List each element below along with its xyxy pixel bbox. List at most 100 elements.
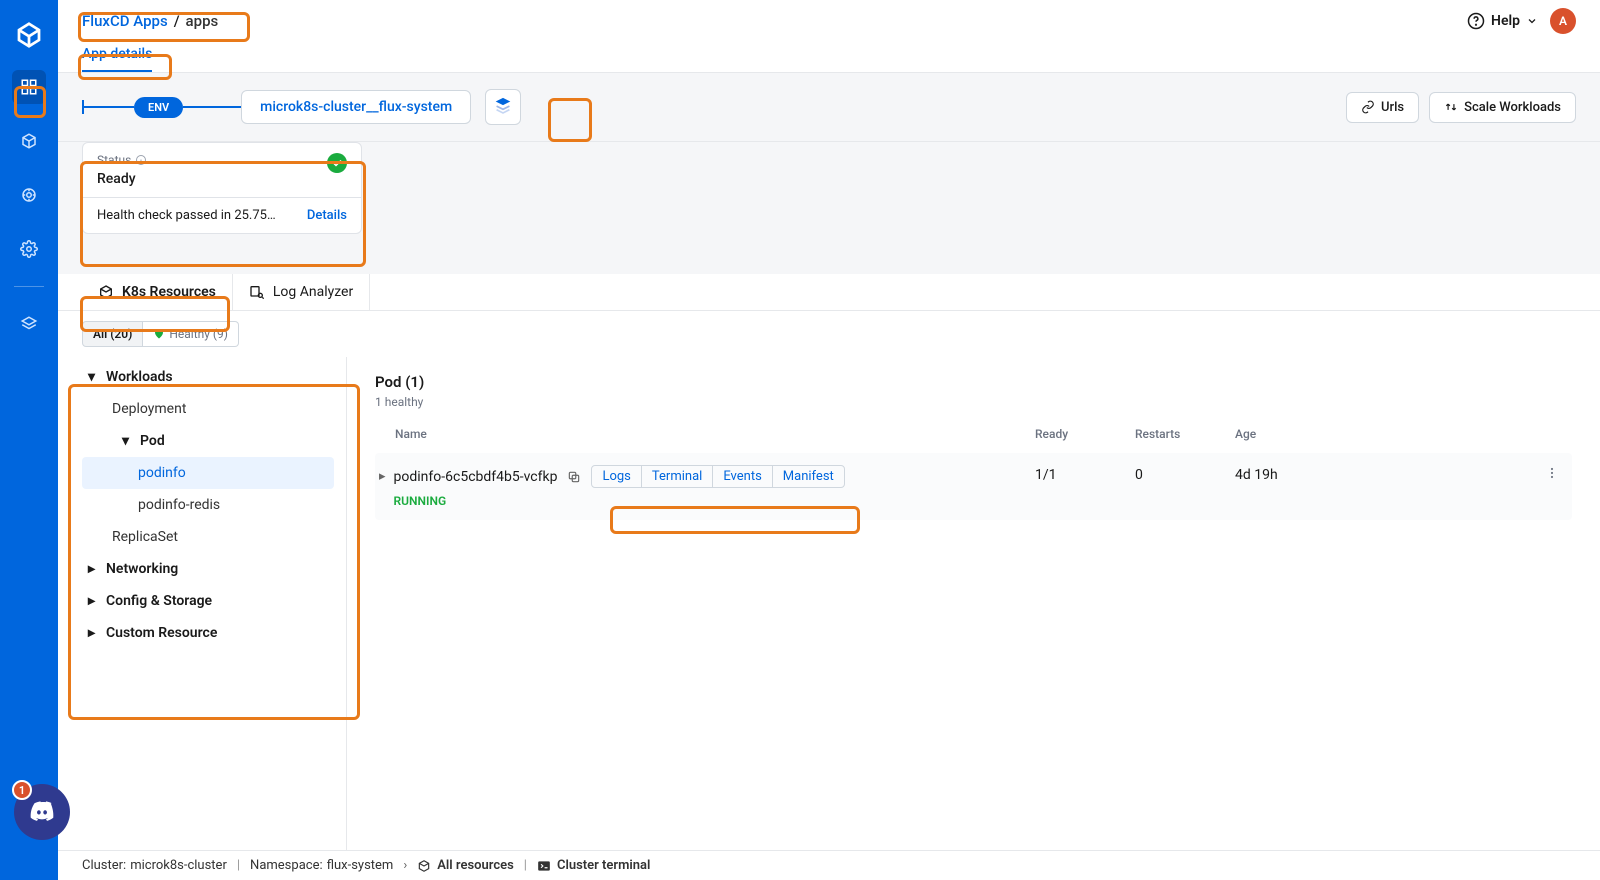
filter-pills: All (20) Healthy (9)	[58, 311, 1600, 357]
caret-right-icon: ▸	[88, 625, 98, 641]
search-log-icon	[249, 284, 265, 300]
env-row-left: ENV microk8s-cluster__flux-system	[82, 89, 521, 125]
tree-config-storage[interactable]: ▸Config & Storage	[82, 585, 334, 617]
breadcrumb-sep: /	[174, 12, 180, 30]
content-sub: 1 healthy	[375, 395, 1572, 409]
col-restarts: Restarts	[1135, 427, 1235, 441]
filter-healthy[interactable]: Healthy (9)	[143, 321, 239, 347]
urls-label: Urls	[1381, 100, 1404, 115]
check-circle-icon	[327, 153, 347, 173]
env-row: ENV microk8s-cluster__flux-system Urls S…	[58, 72, 1600, 142]
tab-log-analyzer[interactable]: Log Analyzer	[233, 274, 370, 310]
action-logs[interactable]: Logs	[592, 466, 641, 487]
app-logo	[14, 20, 44, 50]
discord-icon	[27, 797, 57, 827]
action-manifest[interactable]: Manifest	[773, 466, 844, 487]
tree-deployment[interactable]: Deployment	[82, 393, 334, 425]
info-icon	[135, 154, 147, 166]
help-icon	[1467, 12, 1485, 30]
cube-icon	[417, 859, 431, 873]
copy-icon[interactable]	[567, 470, 581, 484]
tab-k8s-label: K8s Resources	[122, 284, 216, 300]
row-caret-icon[interactable]: ▸	[379, 469, 386, 484]
cube-icon	[98, 284, 114, 300]
cluster-button[interactable]: microk8s-cluster__flux-system	[241, 90, 471, 124]
footer-terminal-label: Cluster terminal	[557, 858, 650, 873]
row-more-icon[interactable]	[1544, 465, 1572, 481]
filter-all[interactable]: All (20)	[82, 321, 143, 347]
status-card: Status Ready Health check passed in 25.7…	[82, 142, 362, 234]
pod-actions: Logs Terminal Events Manifest	[591, 465, 844, 488]
nav-gear-icon[interactable]	[12, 232, 46, 266]
help-button[interactable]: Help	[1467, 12, 1538, 30]
caret-down-icon: ▾	[122, 433, 132, 449]
body-split: ▾Workloads Deployment ▾Pod podinfo podin…	[58, 357, 1600, 850]
tree-podinfo-redis[interactable]: podinfo-redis	[82, 489, 334, 521]
tree-podinfo[interactable]: podinfo	[82, 457, 334, 489]
tree-workloads[interactable]: ▾Workloads	[82, 361, 334, 393]
cell-restarts: 0	[1135, 465, 1235, 483]
table-row: ▸ podinfo-6c5cbdf4b5-vcfkp Logs Terminal…	[375, 453, 1572, 520]
pod-status: RUNNING	[394, 494, 845, 508]
status-label: Status	[97, 153, 147, 167]
scale-button[interactable]: Scale Workloads	[1429, 92, 1576, 123]
breadcrumb-group[interactable]: FluxCD Apps	[82, 12, 168, 30]
tree-networking[interactable]: ▸Networking	[82, 553, 334, 585]
tree-replicaset[interactable]: ReplicaSet	[82, 521, 334, 553]
help-label: Help	[1491, 13, 1520, 29]
discord-button[interactable]: 1	[14, 784, 70, 840]
footer-all-resources-label: All resources	[437, 858, 514, 873]
col-age: Age	[1235, 427, 1572, 441]
caret-right-icon: ▸	[88, 593, 98, 609]
tab-app-details[interactable]: App details	[82, 46, 152, 72]
tabstrip: App details	[58, 34, 1600, 72]
architecture-button[interactable]	[485, 89, 521, 125]
footer-ns-label: Namespace:	[250, 858, 323, 873]
chevron-down-icon	[1526, 15, 1538, 27]
footer-cluster-label: Cluster:	[82, 858, 126, 873]
nav-layers-icon[interactable]	[12, 307, 46, 341]
breadcrumb-current: apps	[186, 12, 219, 30]
cell-ready: 1/1	[1035, 465, 1135, 483]
sidebar-divider	[14, 286, 44, 287]
action-events[interactable]: Events	[713, 466, 772, 487]
footer: Cluster: microk8s-cluster | Namespace: f…	[58, 850, 1600, 880]
nav-apps-icon[interactable]	[12, 70, 46, 104]
caret-down-icon: ▾	[88, 369, 98, 385]
main: FluxCD Apps / apps Help A App details EN…	[58, 0, 1600, 850]
status-value: Ready	[97, 171, 147, 187]
section-tabs: K8s Resources Log Analyzer	[58, 274, 1600, 311]
architecture-icon	[492, 96, 514, 118]
discord-badge: 1	[12, 780, 32, 800]
content-heading: Pod (1)	[375, 373, 1572, 391]
heart-pulse-icon	[153, 328, 165, 340]
tab-log-label: Log Analyzer	[273, 284, 353, 300]
content: Pod (1) 1 healthy Name Ready Restarts Ag…	[346, 357, 1600, 850]
status-message: Health check passed in 25.75…	[97, 208, 276, 223]
urls-button[interactable]: Urls	[1346, 92, 1419, 123]
tab-k8s-resources[interactable]: K8s Resources	[82, 274, 233, 310]
tree-pod[interactable]: ▾Pod	[82, 425, 334, 457]
col-ready: Ready	[1035, 427, 1135, 441]
env-line	[84, 106, 134, 108]
avatar[interactable]: A	[1550, 8, 1576, 34]
footer-all-resources[interactable]: All resources	[417, 858, 514, 873]
caret-right-icon: ▸	[88, 561, 98, 577]
footer-ns-value: flux-system	[327, 858, 394, 873]
status-details-link[interactable]: Details	[307, 208, 347, 223]
env-pill: ENV	[134, 97, 183, 118]
env-line	[183, 106, 241, 108]
filter-healthy-label: Healthy (9)	[169, 327, 228, 341]
nav-cube-icon[interactable]	[12, 124, 46, 158]
sidebar	[0, 0, 58, 880]
footer-terminal[interactable]: Cluster terminal	[537, 858, 650, 873]
action-terminal[interactable]: Terminal	[642, 466, 713, 487]
col-name: Name	[395, 427, 1035, 441]
chevron-right-icon: ›	[403, 858, 407, 873]
cell-age: 4d 19h	[1235, 465, 1544, 483]
resource-tree: ▾Workloads Deployment ▾Pod podinfo podin…	[58, 357, 346, 850]
nav-steer-icon[interactable]	[12, 178, 46, 212]
scale-label: Scale Workloads	[1464, 100, 1561, 115]
breadcrumb: FluxCD Apps / apps	[82, 12, 218, 30]
tree-custom-resource[interactable]: ▸Custom Resource	[82, 617, 334, 649]
